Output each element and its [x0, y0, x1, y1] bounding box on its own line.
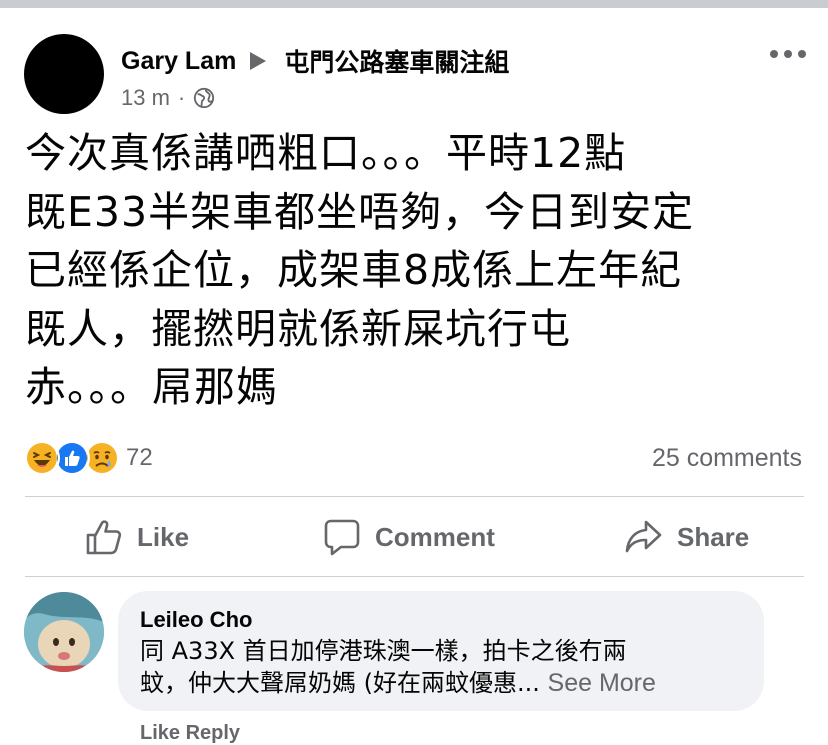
share-arrow-icon [625, 520, 662, 553]
commenter-avatar[interactable] [24, 592, 104, 672]
post-meta: 13 m · [121, 84, 215, 112]
reactions-summary[interactable]: 72 [24, 440, 153, 476]
haha-icon [24, 440, 60, 476]
comment-text: 同 A33X 首日加停港珠澳一樣，拍卡之後冇兩 蚊，仲大大聲屌奶媽 (好在兩蚊優… [140, 635, 750, 699]
post-header: Gary Lam 屯門公路塞車關注組 [121, 44, 509, 78]
reaction-count: 72 [126, 444, 153, 471]
commenter-name[interactable]: Leileo Cho [140, 607, 252, 633]
post-actions: Like Comment Share [25, 497, 804, 577]
post-time[interactable]: 13 m [121, 85, 170, 111]
meta-separator: · [177, 85, 186, 110]
divider-bottom [25, 576, 804, 577]
see-more-link[interactable]: See More [548, 669, 656, 697]
group-name[interactable]: 屯門公路塞車關注組 [284, 43, 509, 79]
posted-in-arrow-icon [250, 52, 267, 70]
top-separator-bar [0, 0, 828, 8]
comment-button[interactable]: Comment [323, 497, 495, 577]
author-name[interactable]: Gary Lam [121, 47, 236, 76]
author-avatar[interactable] [24, 34, 104, 114]
comment-label: Comment [375, 521, 495, 552]
like-button[interactable]: Like [85, 497, 189, 577]
comment-actions-partial[interactable]: Like Reply [140, 722, 240, 745]
thumbs-up-icon [86, 520, 122, 555]
like-label: Like [137, 521, 190, 552]
comments-count[interactable]: 25 comments [652, 440, 802, 476]
share-label: Share [677, 521, 750, 552]
globe-icon [194, 87, 215, 109]
post-text: 今次真係講哂粗口。。。平時12點 既E33半架車都坐唔夠，今日到安定 已經係企位… [25, 129, 695, 411]
comment-bubble[interactable]: Leileo Cho 同 A33X 首日加停港珠澳一樣，拍卡之後冇兩 蚊，仲大大… [118, 591, 764, 711]
comment-bubble-icon [324, 519, 360, 556]
share-button[interactable]: Share [625, 497, 749, 577]
more-options-icon[interactable] [770, 42, 806, 66]
